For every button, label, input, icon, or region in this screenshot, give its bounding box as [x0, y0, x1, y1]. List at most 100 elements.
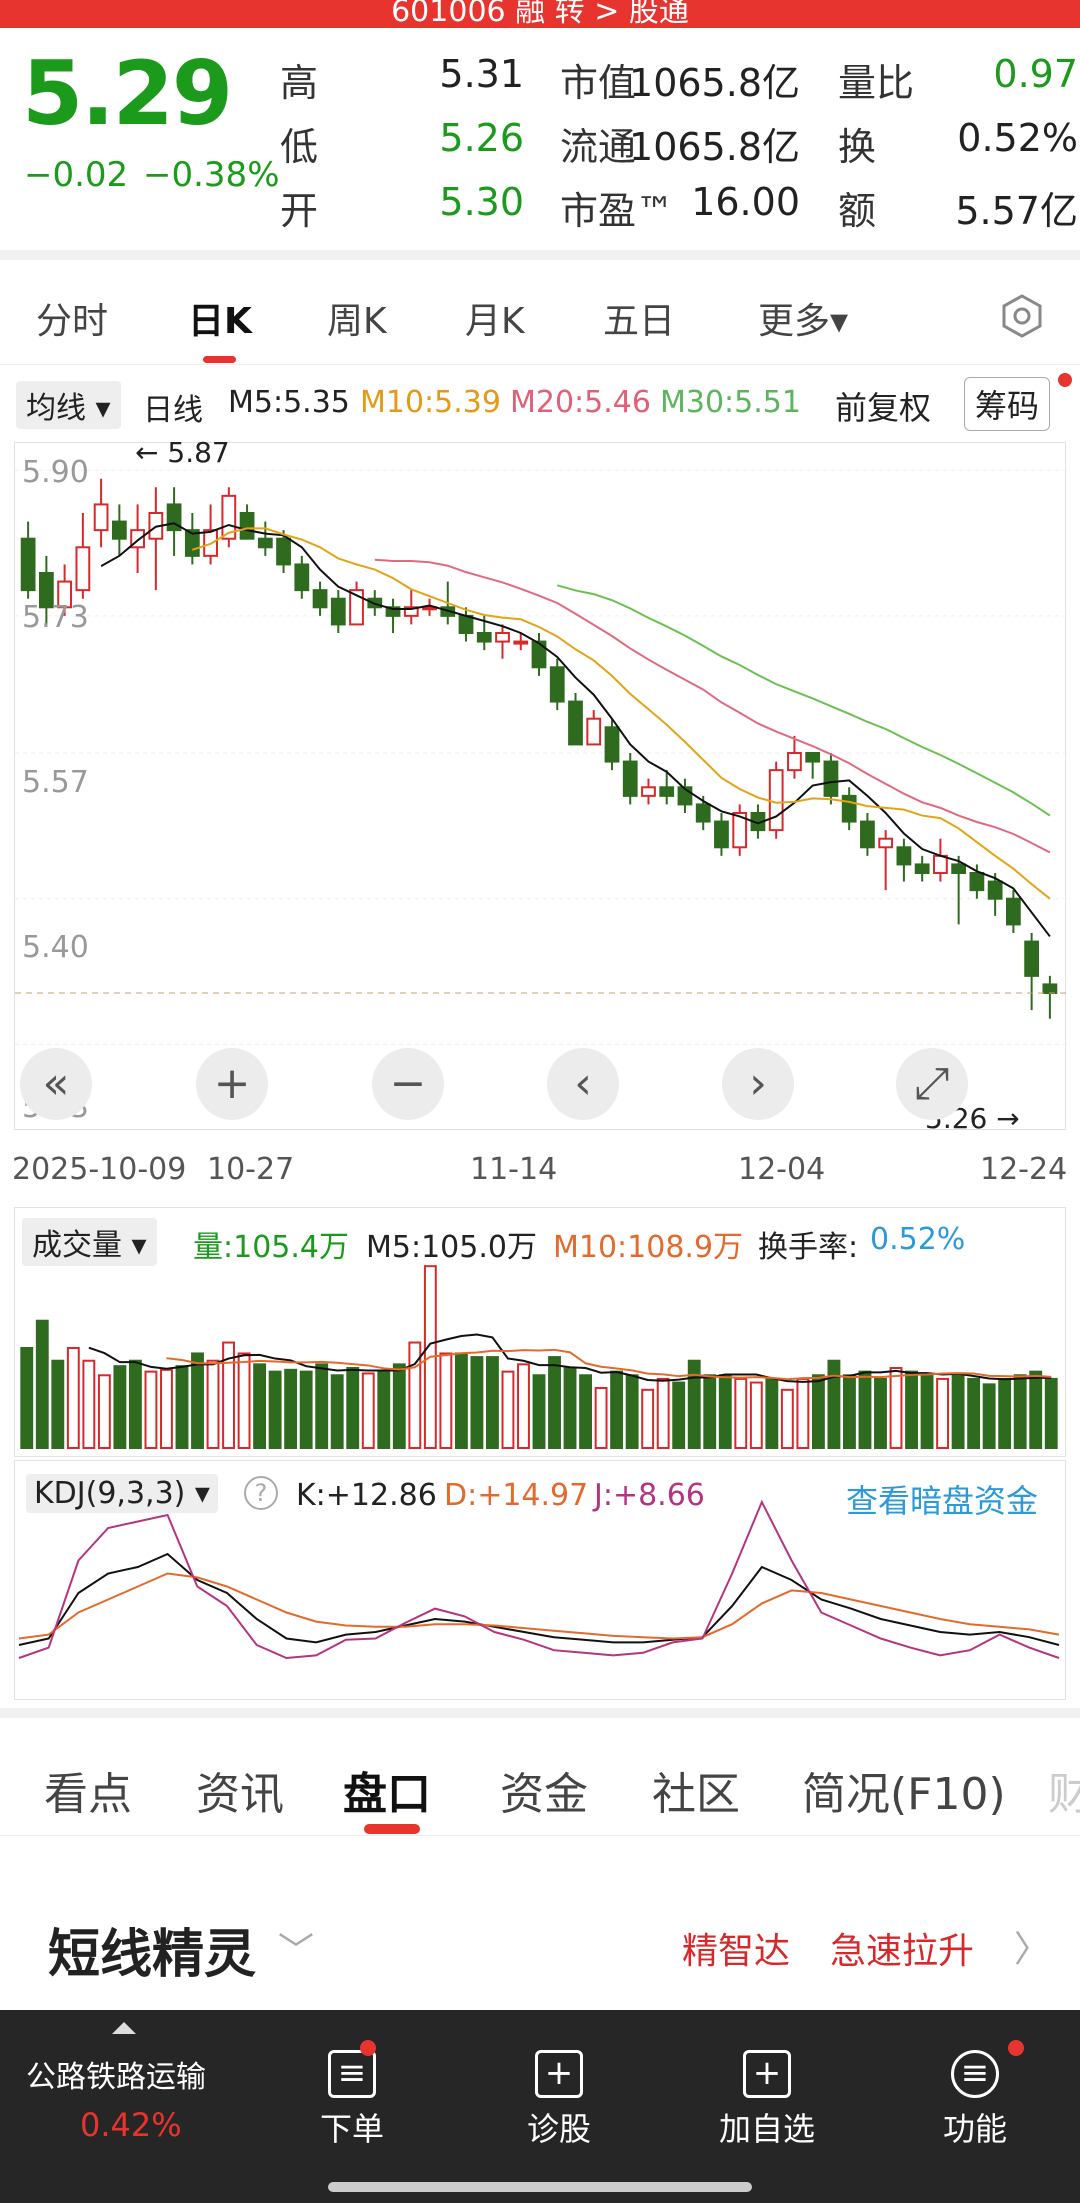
quote-label: 换: [838, 125, 877, 169]
price-change: −0.02: [24, 155, 129, 195]
candle-body: [20, 537, 36, 592]
volume-bar: [128, 1359, 142, 1450]
volume-bar: [905, 1370, 918, 1450]
candle-body: [659, 786, 675, 797]
tab-order-book[interactable]: 盘口: [343, 1758, 431, 1822]
tab-weekly-k[interactable]: 周K: [327, 292, 387, 344]
quote-label: 高: [280, 61, 319, 105]
ma20-value: M20:5.46: [510, 385, 651, 420]
ma20-line: [374, 558, 1051, 854]
chevron-down-icon[interactable]: ﹀: [278, 1922, 314, 1974]
add-icon: +: [743, 2050, 791, 2098]
sector-name[interactable]: 公路铁路运输: [26, 2052, 206, 2096]
fullscreen-icon[interactable]: ⤢: [896, 1048, 968, 1120]
ma-period: 日线: [143, 393, 203, 428]
diagnose-button[interactable]: + 诊股: [484, 2050, 634, 2150]
volume-bar: [66, 1347, 80, 1449]
tab-five-day[interactable]: 五日: [603, 292, 675, 344]
candle-body: [458, 614, 474, 635]
candle-body: [951, 863, 967, 874]
kdj-k: K:+12.86: [296, 1478, 437, 1513]
volume-bar: [206, 1359, 220, 1450]
volume-bar: [765, 1377, 779, 1449]
volume-bar: [454, 1352, 468, 1449]
candle-body: [1042, 983, 1058, 995]
function-button[interactable]: ≡ 功能: [900, 2050, 1050, 2150]
add-watchlist-button[interactable]: + 加自选: [692, 2050, 842, 2150]
volume-bar: [377, 1370, 391, 1450]
volume-bar: [1044, 1377, 1058, 1449]
volume-bar: [594, 1387, 608, 1449]
volume-bar: [734, 1377, 748, 1449]
help-icon[interactable]: ?: [244, 1476, 278, 1510]
tab-monthly-k[interactable]: 月K: [465, 292, 525, 344]
candle-body: [330, 597, 346, 626]
candle-body: [294, 563, 310, 592]
prev-icon[interactable]: ‹: [547, 1048, 619, 1120]
tab-finance[interactable]: 财: [1048, 1758, 1080, 1822]
quote-label: 额: [838, 189, 877, 233]
candle-body: [75, 546, 91, 592]
candle-body: [914, 863, 930, 874]
candle-body: [495, 632, 510, 643]
volume-bar: [253, 1363, 267, 1449]
bottom-toolbar: 公路铁路运输 0.42% ≡ 下单 + 诊股 + 加自选 ≡ 功能: [0, 2010, 1080, 2203]
next-icon[interactable]: ›: [722, 1048, 794, 1120]
tab-intraday[interactable]: 分时: [36, 292, 108, 344]
sprite-stock[interactable]: 精智达: [682, 1922, 790, 1974]
kline-chart[interactable]: [14, 442, 1067, 1130]
sprite-title: 短线精灵: [48, 1925, 257, 1985]
zoom-out-icon[interactable]: −: [372, 1048, 444, 1120]
tab-highlights[interactable]: 看点: [44, 1758, 132, 1822]
volume-bar: [191, 1352, 204, 1449]
candle-body: [878, 837, 894, 849]
kdj-d-line: [18, 1572, 1060, 1640]
tab-news[interactable]: 资讯: [196, 1758, 284, 1822]
sprite-event[interactable]: 急速拉升: [830, 1922, 974, 1974]
candle-body: [312, 589, 328, 609]
turnover-value: 0.52%: [870, 1222, 966, 1257]
candle-body: [787, 752, 802, 772]
volume-bar: [703, 1374, 717, 1449]
quote-value: 1065.8亿: [629, 61, 800, 105]
order-button[interactable]: ≡ 下单: [277, 2050, 427, 2150]
quote-value: 5.26: [439, 116, 524, 160]
volume-bar: [144, 1370, 158, 1450]
menu-icon: ≡: [951, 2050, 999, 2098]
chevron-right-icon[interactable]: 〉: [1014, 1920, 1050, 1972]
hexagon-settings-icon[interactable]: [998, 292, 1046, 340]
ma-select-button[interactable]: 均线 ▾: [16, 381, 121, 429]
candle-body: [933, 854, 948, 875]
volume-bar: [35, 1319, 49, 1449]
volume-select-button[interactable]: 成交量 ▾: [22, 1218, 157, 1266]
quote-value: 5.30: [439, 180, 524, 224]
scroll-left-icon[interactable]: «: [20, 1048, 92, 1120]
candle-body: [805, 752, 821, 763]
candle-body: [111, 520, 127, 540]
home-indicator: [328, 2182, 752, 2192]
tab-f10[interactable]: 简况(F10): [802, 1758, 1006, 1822]
volume-bar: [532, 1374, 546, 1449]
candle-body: [714, 820, 729, 849]
quote-label: 低: [280, 125, 319, 169]
volume-bar: [749, 1381, 763, 1449]
price-change-pct: −0.38%: [143, 155, 280, 195]
quote-value: 5.31: [439, 52, 524, 96]
x-label-4: 12-04: [738, 1152, 826, 1187]
volume-m5: M5:105.0万: [366, 1230, 537, 1265]
chip-button[interactable]: 筹码: [964, 377, 1051, 431]
kdj-select-button[interactable]: KDJ(9,3,3) ▾: [26, 1474, 218, 1513]
tab-daily-k[interactable]: 日K: [188, 292, 252, 344]
adjust-mode[interactable]: 前复权: [835, 383, 931, 429]
volume-bar: [936, 1377, 950, 1449]
tab-more[interactable]: 更多▾: [758, 292, 848, 344]
dark-pool-link[interactable]: 查看暗盘资金: [846, 1476, 1038, 1522]
volume-bar: [641, 1388, 655, 1449]
volume-bar: [1013, 1374, 1027, 1449]
top-status-bar: 601006 融 转 > 股通: [0, 0, 1080, 29]
tab-funds[interactable]: 资金: [500, 1758, 588, 1822]
volume-bar: [563, 1367, 577, 1449]
candle-body: [987, 880, 1003, 900]
tab-community[interactable]: 社区: [652, 1758, 740, 1822]
zoom-in-icon[interactable]: +: [196, 1048, 268, 1120]
